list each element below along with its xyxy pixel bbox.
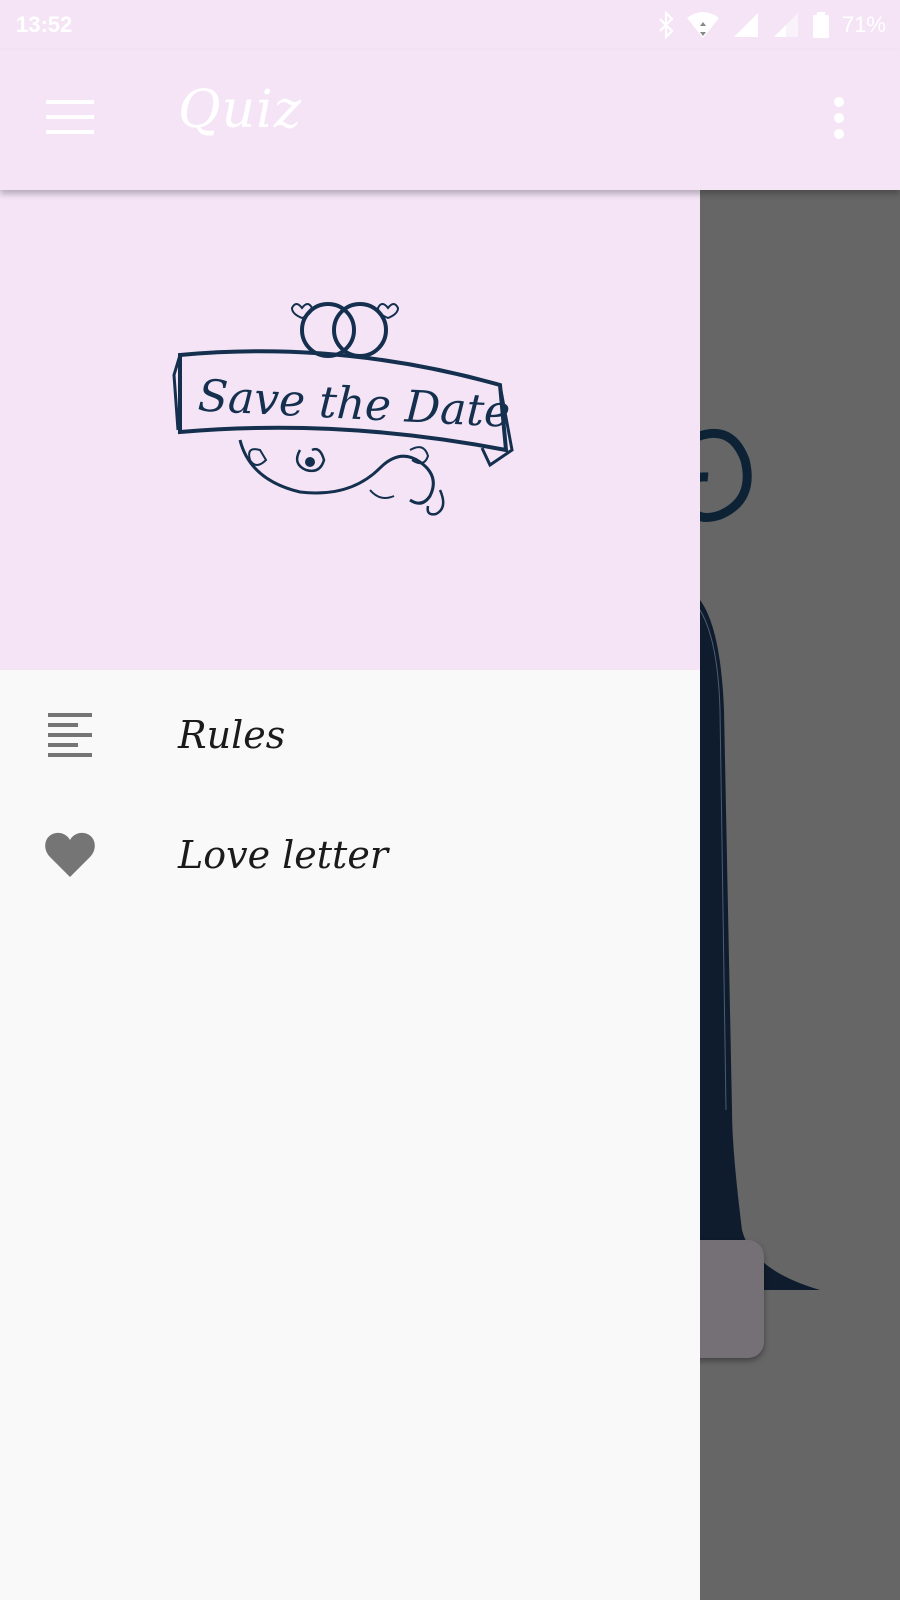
drawer-header: Save the Date xyxy=(0,190,700,670)
status-bar: 13:52 71% xyxy=(0,0,900,50)
menu-icon[interactable] xyxy=(46,100,94,134)
battery-percentage: 71% xyxy=(841,12,886,37)
app-title: Quiz xyxy=(178,80,303,140)
app-bar: Quiz xyxy=(0,50,900,190)
status-icons: 71% xyxy=(658,10,886,40)
signal-icon xyxy=(773,13,798,37)
drawer-item-label: Love letter xyxy=(178,833,388,877)
bluetooth-icon xyxy=(659,11,674,39)
battery-icon xyxy=(812,12,829,38)
more-vert-icon[interactable] xyxy=(830,96,848,140)
app-screen: 13:52 71% Quiz Save the Date Rules Love … xyxy=(0,0,900,1600)
status-time: 13:52 xyxy=(16,12,73,37)
navigation-drawer: Save the Date Rules Love letter xyxy=(0,190,700,1600)
signal-icon xyxy=(733,13,758,37)
format-align-left-icon xyxy=(44,709,96,761)
drawer-item-label: Rules xyxy=(178,713,286,757)
drawer-item-love-letter[interactable]: Love letter xyxy=(0,800,700,910)
drawer-item-rules[interactable]: Rules xyxy=(0,680,700,790)
save-the-date-logo: Save the Date xyxy=(172,302,514,516)
wifi-icon xyxy=(686,12,719,38)
heart-icon xyxy=(44,829,96,881)
